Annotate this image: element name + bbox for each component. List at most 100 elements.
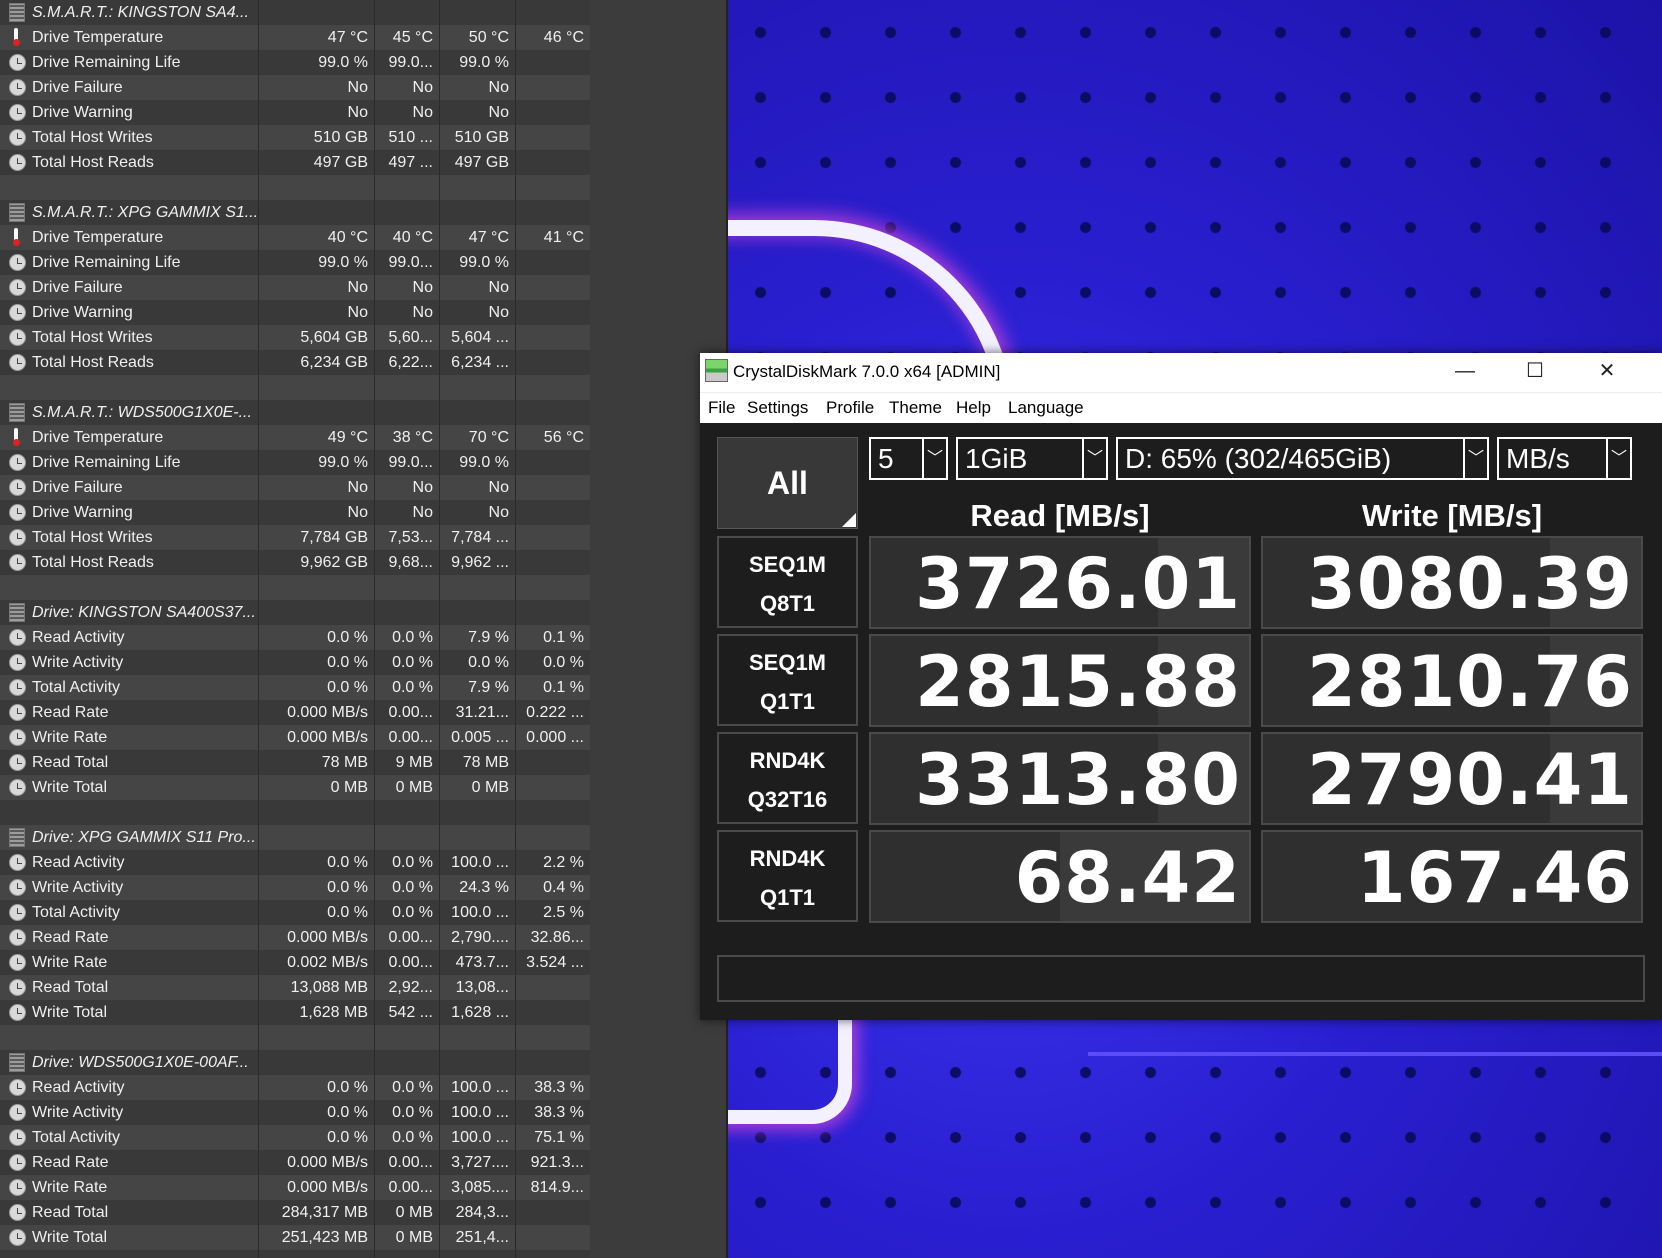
chevron-down-icon: ﹀ — [1082, 439, 1106, 478]
column-divider — [439, 0, 440, 1258]
test-button[interactable]: RND4K Q1T1 — [717, 830, 858, 922]
sensor-label: Drive Remaining Life — [0, 50, 258, 75]
sensor-group-header[interactable]: Drive: KINGSTON SA400S37... — [0, 600, 590, 625]
sensor-row[interactable]: Read Activity 0.0 % 0.0 % 7.9 % 0.1 % — [0, 625, 590, 650]
sensor-label-text: Drive: WDS500G1X0E-00AF... — [32, 1054, 249, 1071]
write-column-header: Write [MB/s] — [1361, 498, 1543, 533]
sensor-row[interactable]: Total Host Writes 5,604 GB 5,60... 5,604 ..… — [0, 325, 590, 350]
hwinfo-sensor-panel: S.M.A.R.T.: KINGSTON SA4... Drive Tempera… — [0, 0, 590, 1258]
sensor-row[interactable]: Total Host Writes 7,784 GB 7,53... 7,784 ..… — [0, 525, 590, 550]
test-count-select[interactable]: 5 ﹀ — [869, 437, 948, 480]
sensor-row[interactable]: Total Host Reads 497 GB 497 ... 497 GB — [0, 150, 590, 175]
sensor-row[interactable]: Read Rate 0.000 MB/s 0.00... 2,790.... 32.86… — [0, 925, 590, 950]
sensor-group-header[interactable]: Drive: XPG GAMMIX S11 Pro... — [0, 825, 590, 850]
sensor-group-header[interactable]: S.M.A.R.T.: XPG GAMMIX S1... — [0, 200, 590, 225]
sensor-row[interactable]: Write Rate 0.000 MB/s 0.00... 3,085.... 814.… — [0, 1175, 590, 1200]
write-result-value: 3080.39 — [1307, 543, 1633, 625]
sensor-row[interactable]: Write Total 0 MB 0 MB 0 MB — [0, 775, 590, 800]
maximize-button[interactable]: ☐ — [1500, 353, 1570, 392]
sensor-row[interactable]: Read Rate 0.000 MB/s 0.00... 31.21... 0.222 … — [0, 700, 590, 725]
menu-language[interactable]: Language — [1008, 398, 1084, 418]
sensor-row[interactable]: Drive Warning No No No — [0, 500, 590, 525]
test-button[interactable]: SEQ1M Q8T1 — [717, 536, 858, 628]
sensor-label: Drive Failure — [0, 275, 258, 300]
write-result-cell: 2790.41 — [1261, 732, 1643, 825]
sensor-label-text: Read Activity — [32, 1079, 125, 1096]
drive-icon — [9, 828, 25, 847]
sensor-label-text: Drive Failure — [32, 79, 123, 96]
sensor-row[interactable]: Drive Warning No No No — [0, 100, 590, 125]
sensor-row[interactable]: Total Activity 0.0 % 0.0 % 100.0 ... 75.1 % — [0, 1125, 590, 1150]
sensor-row[interactable]: Drive Failure No No No — [0, 275, 590, 300]
sensor-value-current: No — [347, 279, 368, 296]
sensor-row[interactable]: Drive Temperature 47 °C 45 °C 50 °C 46 °C — [0, 25, 590, 50]
sensor-row[interactable]: Read Activity 0.0 % 0.0 % 100.0 ... 38.3 % — [0, 1075, 590, 1100]
sensor-row[interactable]: Write Rate 0.002 MB/s 0.00... 473.7... 3.524… — [0, 950, 590, 975]
sensor-gauge-icon — [9, 1229, 26, 1246]
sensor-row[interactable]: Drive Temperature 40 °C 40 °C 47 °C 41 °C — [0, 225, 590, 250]
close-button[interactable]: ✕ — [1572, 353, 1642, 392]
sensor-row[interactable]: Drive Remaining Life 99.0 % 99.0... 99.0 % — [0, 450, 590, 475]
sensor-gauge-icon — [9, 104, 26, 121]
sensor-value-avg — [515, 300, 590, 325]
sensor-row[interactable]: Write Activity 0.0 % 0.0 % 24.3 % 0.4 % — [0, 875, 590, 900]
title-bar[interactable]: CrystalDiskMark 7.0.0 x64 [ADMIN] — ☐ ✕ — [700, 353, 1662, 392]
drive-select[interactable]: D: 65% (302/465GiB) ﹀ — [1116, 437, 1489, 480]
run-all-button[interactable]: All — [717, 437, 858, 529]
sensor-value-avg: 75.1 % — [534, 1129, 584, 1146]
sensor-group-header[interactable]: Drive: WDS500G1X0E-00AF... — [0, 1050, 590, 1075]
sensor-value-current: 7,784 GB — [300, 529, 368, 546]
sensor-row[interactable]: Total Host Writes 510 GB 510 ... 510 GB — [0, 125, 590, 150]
sensor-row[interactable]: Read Total 78 MB 9 MB 78 MB — [0, 750, 590, 775]
sensor-row[interactable]: Total Host Reads 9,962 GB 9,68... 9,962 ... — [0, 550, 590, 575]
test-button[interactable]: RND4K Q32T16 — [717, 732, 858, 824]
sensor-row[interactable]: Drive Remaining Life 99.0 % 99.0... 99.0 % — [0, 50, 590, 75]
sensor-value-current — [258, 175, 374, 200]
sensor-row[interactable]: Drive Warning No No No — [0, 300, 590, 325]
sensor-row[interactable]: Drive Remaining Life 99.0 % 99.0... 99.0 % — [0, 250, 590, 275]
menu-settings[interactable]: Settings — [747, 398, 808, 418]
sensor-value-avg: 38.3 % — [534, 1079, 584, 1096]
sensor-label: Total Host Reads — [0, 350, 258, 375]
sensor-row[interactable]: Write Activity 0.0 % 0.0 % 0.0 % 0.0 % — [0, 650, 590, 675]
sensor-label: Read Total — [0, 750, 258, 775]
sensor-row[interactable]: Drive Failure No No No — [0, 75, 590, 100]
menu-theme[interactable]: Theme — [889, 398, 942, 418]
sensor-row[interactable]: Drive Failure No No No — [0, 475, 590, 500]
chevron-down-icon: ﹀ — [1606, 439, 1630, 478]
sensor-row[interactable]: Drive Temperature 49 °C 38 °C 70 °C 56 °C — [0, 425, 590, 450]
sensor-spacer-row — [0, 800, 590, 825]
menu-help[interactable]: Help — [956, 398, 991, 418]
sensor-row[interactable]: Total Host Reads 6,234 GB 6,22... 6,234 ... — [0, 350, 590, 375]
sensor-row[interactable]: Read Total 284,317 MB 0 MB 284,3... — [0, 1200, 590, 1225]
sensor-row[interactable]: Read Rate 0.000 MB/s 0.00... 3,727.... 921.3… — [0, 1150, 590, 1175]
sensor-row[interactable]: Write Total 1,628 MB 542 ... 1,628 ... — [0, 1000, 590, 1025]
menu-profile[interactable]: Profile — [826, 398, 874, 418]
sensor-row[interactable]: Total Activity 0.0 % 0.0 % 7.9 % 0.1 % — [0, 675, 590, 700]
sensor-row[interactable]: Write Rate 0.000 MB/s 0.00... 0.005 ... 0.00… — [0, 725, 590, 750]
sensor-value-max: 473.7... — [455, 954, 509, 971]
sensor-value-max — [439, 800, 515, 825]
comment-field[interactable] — [717, 955, 1645, 1002]
unit-select[interactable]: MB/s ﹀ — [1497, 437, 1632, 480]
sensor-row[interactable]: Write Activity 0.0 % 0.0 % 100.0 ... 38.3 % — [0, 1100, 590, 1125]
test-name: SEQ1M — [748, 650, 827, 675]
sensor-group-header[interactable]: S.M.A.R.T.: WDS500G1X0E-... — [0, 400, 590, 425]
thermometer-icon — [13, 28, 20, 47]
sensor-row[interactable]: Read Activity 0.0 % 0.0 % 100.0 ... 2.2 % — [0, 850, 590, 875]
sensor-group-header[interactable]: S.M.A.R.T.: KINGSTON SA4... — [0, 0, 590, 25]
sensor-label-text: S.M.A.R.T.: XPG GAMMIX S1... — [32, 204, 258, 221]
read-result-cell: 3726.01 — [869, 536, 1251, 629]
menu-file[interactable]: File — [708, 398, 735, 418]
sensor-row[interactable]: Write Total 251,423 MB 0 MB 251,4... — [0, 1225, 590, 1250]
test-size-select[interactable]: 1GiB ﹀ — [956, 437, 1108, 480]
write-result-cell: 167.46 — [1261, 830, 1643, 923]
sensor-value-avg: 32.86... — [530, 929, 584, 946]
sensor-row[interactable]: Total Activity 0.0 % 0.0 % 100.0 ... 2.5 % — [0, 900, 590, 925]
test-name: SEQ1M — [748, 552, 827, 577]
test-button[interactable]: SEQ1M Q1T1 — [717, 634, 858, 726]
minimize-button[interactable]: — — [1430, 353, 1500, 392]
read-result-cell: 68.42 — [869, 830, 1251, 923]
sensor-value-avg — [515, 775, 590, 800]
sensor-row[interactable]: Read Total 13,088 MB 2,92... 13,08... — [0, 975, 590, 1000]
